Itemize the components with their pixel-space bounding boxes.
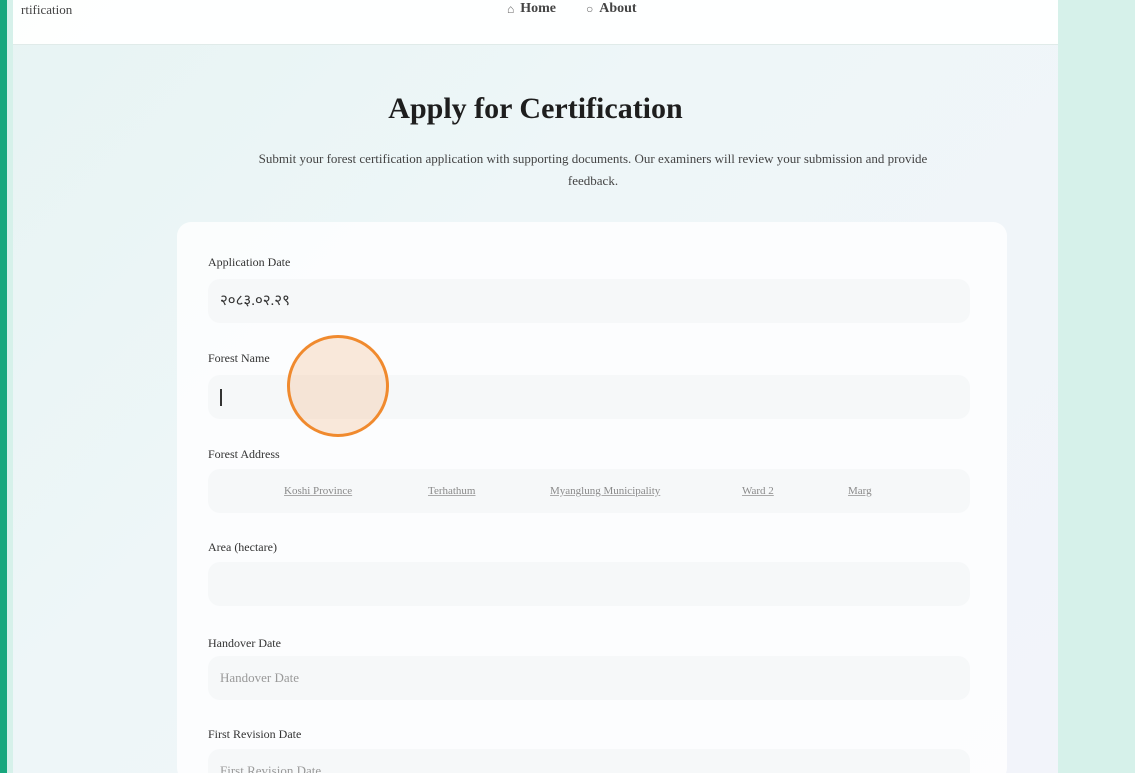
forest-address-label: Forest Address [208, 447, 280, 461]
application-form: Application Date २०८३.०२.२९ Forest Name … [177, 222, 1007, 773]
home-icon: ⌂ [507, 1, 515, 16]
application-date-value: २०८३.०२.२९ [220, 293, 290, 309]
nav-home-label: Home [520, 1, 556, 16]
first-revision-date-label: First Revision Date [208, 727, 302, 741]
nav-about-label: About [599, 1, 637, 16]
brand-name[interactable]: rtification [21, 2, 72, 18]
application-date-label: Application Date [208, 255, 291, 269]
page-viewport: rtification ⌂ Home ○ About Apply for Cer… [13, 0, 1058, 773]
forest-name-label: Forest Name [208, 351, 270, 365]
nav-about-link[interactable]: ○ About [586, 1, 637, 17]
page-subtitle: Submit your forest certification applica… [258, 151, 928, 188]
nav-links: ⌂ Home ○ About [507, 1, 637, 17]
application-date-field[interactable]: २०८३.०२.२९ [208, 279, 970, 323]
screen: rtification ⌂ Home ○ About Apply for Cer… [0, 0, 1135, 773]
address-marg[interactable]: Marg [848, 485, 908, 497]
handover-date-label: Handover Date [208, 636, 281, 650]
click-indicator [287, 335, 389, 437]
address-ward[interactable]: Ward 2 [742, 485, 848, 497]
info-icon: ○ [585, 1, 594, 16]
address-municipality[interactable]: Myanglung Municipality [550, 485, 742, 497]
area-input[interactable] [208, 562, 970, 606]
text-caret [220, 389, 222, 406]
nav-home-link[interactable]: ⌂ Home [507, 1, 556, 17]
address-district[interactable]: Terhathum [428, 485, 550, 497]
first-revision-date-input[interactable] [208, 749, 970, 773]
forest-address-field[interactable]: Koshi Province Terhathum Myanglung Munic… [208, 469, 970, 513]
handover-date-input[interactable] [208, 656, 970, 700]
area-label: Area (hectare) [208, 540, 277, 554]
address-parts: Koshi Province Terhathum Myanglung Munic… [284, 469, 908, 513]
address-province[interactable]: Koshi Province [284, 485, 428, 497]
page-title: Apply for Certification [388, 92, 683, 125]
left-accent-bar [0, 0, 7, 773]
top-navbar: rtification ⌂ Home ○ About [13, 0, 1058, 45]
